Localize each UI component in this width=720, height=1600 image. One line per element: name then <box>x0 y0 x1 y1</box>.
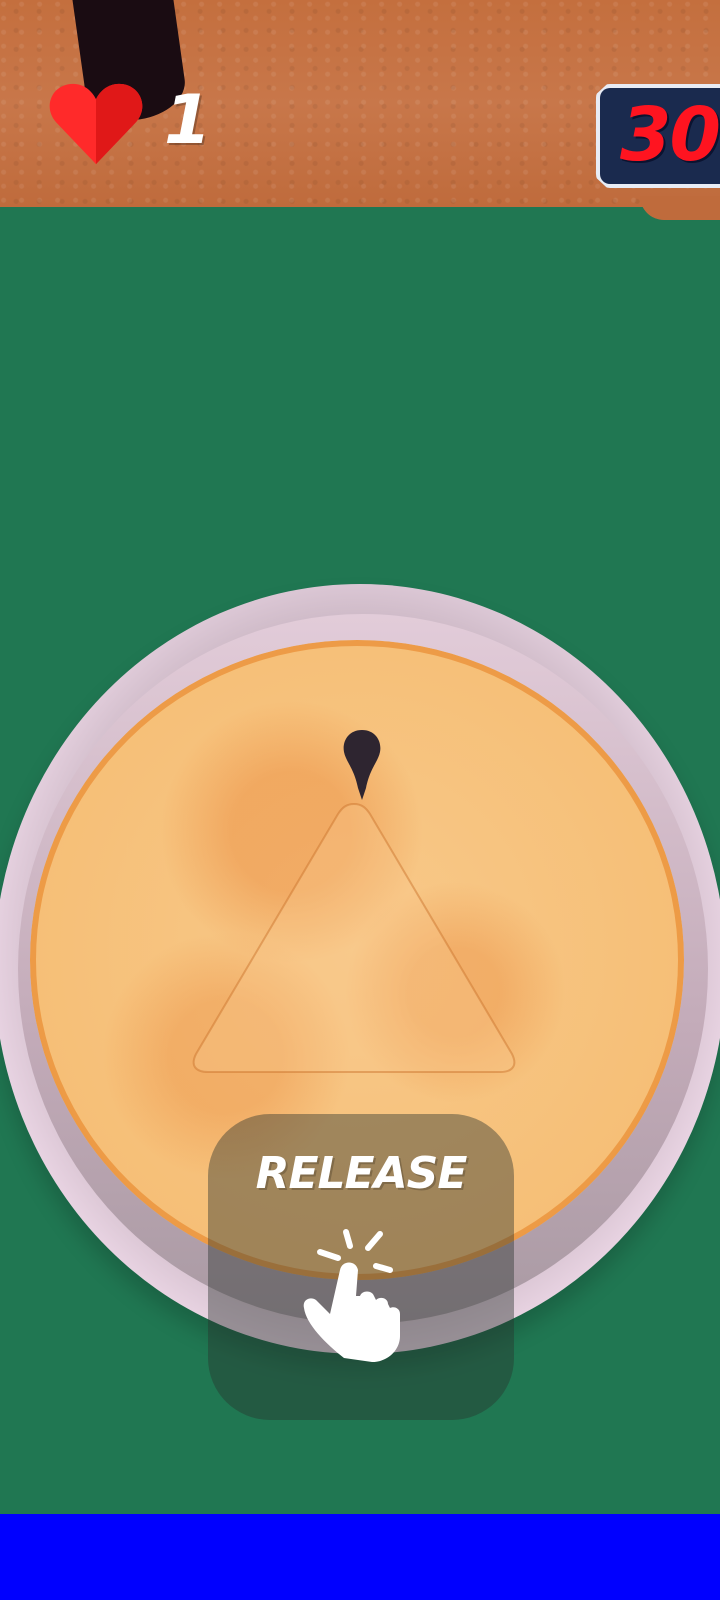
pizza-cutter-tip <box>343 730 381 800</box>
pizza-slice-outline <box>192 802 516 1073</box>
lives-counter: 1 <box>48 80 211 166</box>
score-value: 30 <box>620 92 720 178</box>
lives-count: 1 <box>164 80 212 160</box>
tap-hand-icon <box>303 1229 400 1362</box>
wooden-counter-edge <box>640 196 720 220</box>
heart-icon <box>49 83 143 165</box>
bottom-bar <box>0 1514 720 1600</box>
release-label: RELEASE <box>255 1148 468 1199</box>
